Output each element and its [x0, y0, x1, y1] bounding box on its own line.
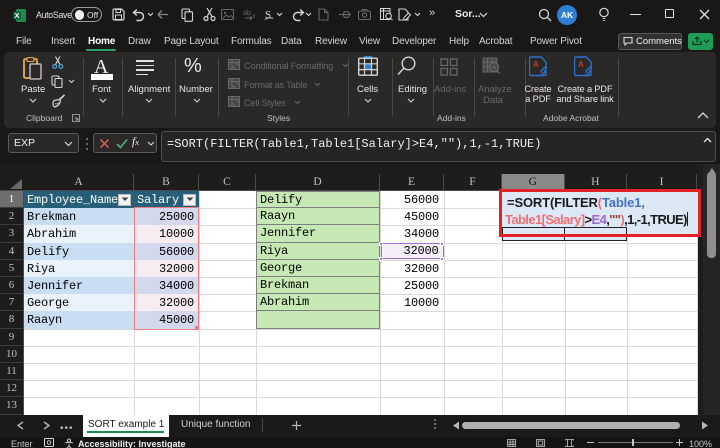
- svg-text:A: A: [533, 60, 539, 69]
- svg-text:ab: ab: [243, 10, 251, 17]
- svg-text:X: X: [14, 11, 19, 20]
- svg-text:A: A: [578, 60, 584, 69]
